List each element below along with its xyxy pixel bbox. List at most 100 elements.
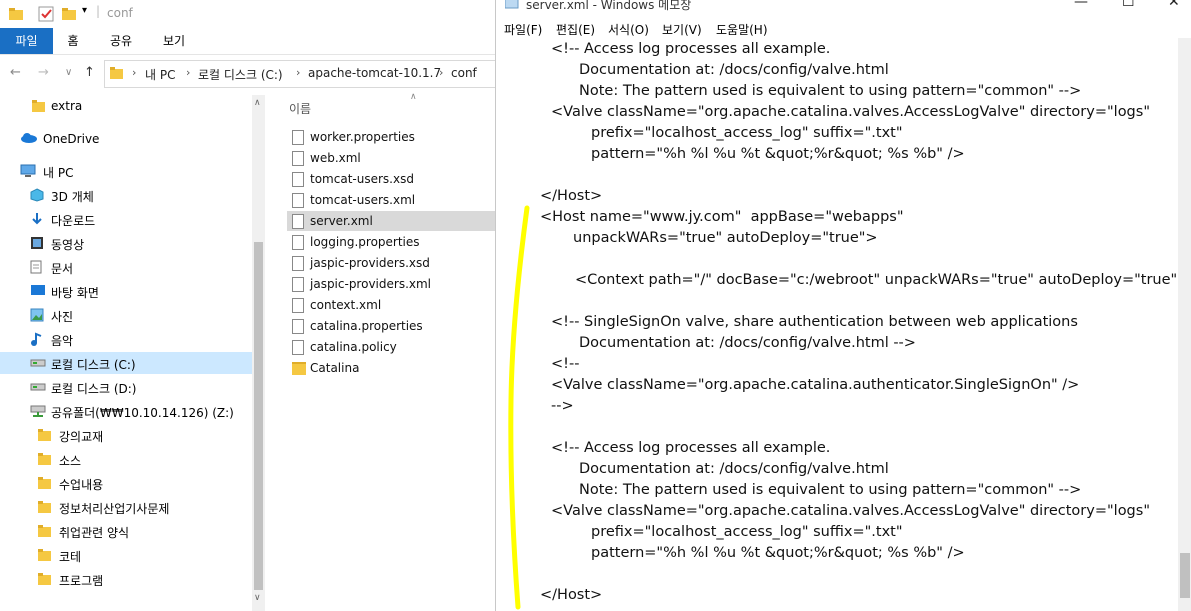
maximize-icon[interactable]: ☐ <box>1122 0 1135 10</box>
nav-item[interactable]: OneDrive <box>0 128 252 150</box>
nav-item[interactable]: 사진 <box>0 304 252 326</box>
menu-edit[interactable]: 편집(E) <box>556 21 595 38</box>
text-editor-area[interactable]: <!-- Access log processes all example. Do… <box>496 38 1178 611</box>
address-bar[interactable]: › 내 PC › 로컬 디스크 (C:) › apache-tomcat-10.… <box>104 60 499 88</box>
file-row[interactable]: server.xml <box>287 211 497 231</box>
file-row[interactable]: jaspic-providers.xsd <box>287 253 497 273</box>
back-arrow-icon[interactable]: ← <box>10 65 21 80</box>
nav-item-label: extra <box>51 99 83 113</box>
new-folder-icon[interactable] <box>61 6 77 25</box>
film-icon <box>30 236 44 253</box>
nav-item-label: 3D 개체 <box>51 190 94 204</box>
nav-item[interactable]: 프로그램 <box>0 568 252 590</box>
nav-item[interactable]: 음악 <box>0 328 252 350</box>
nav-item[interactable]: 로컬 디스크 (C:) <box>0 352 252 374</box>
nav-item-label: 수업내용 <box>59 478 104 492</box>
scroll-up-icon[interactable]: ∧ <box>254 98 261 108</box>
nav-item[interactable]: 내 PC <box>0 160 252 182</box>
editor-vertical-scrollbar[interactable] <box>1178 38 1191 611</box>
nav-item[interactable]: 문서 <box>0 256 252 278</box>
nav-item-label: 로컬 디스크 (C:) <box>51 358 136 372</box>
folder-icon <box>38 524 52 541</box>
minimize-icon[interactable]: — <box>1074 0 1088 10</box>
scroll-down-icon[interactable]: ∨ <box>254 593 261 603</box>
nav-item[interactable]: 코테 <box>0 544 252 566</box>
up-arrow-icon[interactable]: ↑ <box>84 65 95 80</box>
tab-home[interactable]: 홈 <box>58 28 88 54</box>
editor-line: <!-- Access log processes all example. <box>551 41 831 57</box>
file-row[interactable]: catalina.properties <box>287 316 497 336</box>
file-row[interactable]: worker.properties <box>287 127 497 147</box>
nav-item-label: 프로그램 <box>59 574 104 588</box>
menu-help[interactable]: 도움말(H) <box>716 21 768 38</box>
file-row[interactable]: context.xml <box>287 295 497 315</box>
nav-item[interactable]: 로컬 디스크 (D:) <box>0 376 252 398</box>
editor-line: </Host> <box>540 587 603 603</box>
editor-line: <Valve className="org.apache.catalina.va… <box>551 503 1150 519</box>
menu-format[interactable]: 서식(O) <box>608 21 649 38</box>
properties-icon[interactable] <box>38 6 54 25</box>
nav-item[interactable]: extra <box>0 95 252 117</box>
nav-item[interactable]: 정보처리산업기사문제 <box>0 496 252 518</box>
tab-share[interactable]: 공유 <box>104 28 138 54</box>
menu-view[interactable]: 보기(V) <box>662 21 702 38</box>
breadcrumb-local-disk-c[interactable]: 로컬 디스크 (C:) <box>198 66 283 83</box>
editor-line: </Host> <box>540 188 603 204</box>
file-row[interactable]: Catalina <box>287 358 497 378</box>
drive-icon <box>30 356 46 371</box>
tab-file[interactable]: 파일 <box>0 28 53 54</box>
folder-icon <box>8 6 24 25</box>
cloud-icon <box>20 132 38 147</box>
file-row[interactable]: tomcat-users.xsd <box>287 169 497 189</box>
nav-item[interactable]: 취업관련 양식 <box>0 520 252 542</box>
drive-icon <box>30 380 46 395</box>
breadcrumb-this-pc[interactable]: 내 PC <box>145 66 175 83</box>
folder-icon <box>110 66 124 83</box>
file-name: logging.properties <box>310 235 420 249</box>
file-icon <box>292 340 304 355</box>
editor-scroll-thumb[interactable] <box>1180 553 1190 598</box>
tab-view[interactable]: 보기 <box>157 28 191 54</box>
nav-item[interactable]: 강의교재 <box>0 424 252 446</box>
menu-file[interactable]: 파일(F) <box>504 21 542 38</box>
file-row[interactable]: web.xml <box>287 148 497 168</box>
folder-icon <box>38 476 52 493</box>
folder-icon <box>38 500 52 517</box>
editor-line: <!-- SingleSignOn valve, share authentic… <box>551 314 1078 330</box>
editor-line: Documentation at: /docs/config/valve.htm… <box>579 461 889 477</box>
nav-item[interactable]: 동영상 <box>0 232 252 254</box>
folder-icon <box>38 572 52 589</box>
file-row[interactable]: catalina.policy <box>287 337 497 357</box>
nav-item[interactable]: 바탕 화면 <box>0 280 252 302</box>
nav-item[interactable]: 3D 개체 <box>0 184 252 206</box>
folder-icon <box>38 452 52 469</box>
file-name: jaspic-providers.xml <box>310 277 432 291</box>
nav-item[interactable]: 공유폴더(₩₩10.10.14.126) (Z:) <box>0 400 252 422</box>
navigation-pane-scroll-thumb[interactable] <box>254 242 263 590</box>
chevron-right-icon[interactable]: › <box>296 66 300 79</box>
nav-item[interactable]: 수업내용 <box>0 472 252 494</box>
breadcrumb-tomcat[interactable]: apache-tomcat-10.1.7 <box>308 66 441 80</box>
forward-arrow-icon[interactable]: → <box>38 65 49 80</box>
nav-item-label: 음악 <box>51 334 74 348</box>
quick-access-dropdown-icon[interactable]: ▾ <box>82 5 87 16</box>
notepad-title-bar: server.xml - Windows 메모장 — ☐ ✕ <box>496 0 1191 18</box>
explorer-title-bar: ▾ | conf <box>0 0 497 28</box>
nav-item[interactable]: 다운로드 <box>0 208 252 230</box>
breadcrumb-conf[interactable]: conf <box>451 66 477 80</box>
nav-item[interactable]: 소스 <box>0 448 252 470</box>
file-icon <box>292 130 304 145</box>
close-icon[interactable]: ✕ <box>1168 0 1180 10</box>
file-row[interactable]: jaspic-providers.xml <box>287 274 497 294</box>
nav-item-label: 정보처리산업기사문제 <box>59 502 170 516</box>
file-row[interactable]: logging.properties <box>287 232 497 252</box>
chevron-right-icon[interactable]: › <box>132 66 136 79</box>
recent-locations-icon[interactable]: ∨ <box>65 67 72 78</box>
nav-item-label: 사진 <box>51 310 74 324</box>
chevron-right-icon[interactable]: › <box>439 66 443 79</box>
nav-item-label: 취업관련 양식 <box>59 526 130 540</box>
file-row[interactable]: tomcat-users.xml <box>287 190 497 210</box>
file-icon <box>292 214 304 229</box>
chevron-right-icon[interactable]: › <box>186 66 190 79</box>
nav-item-label: 문서 <box>51 262 74 276</box>
